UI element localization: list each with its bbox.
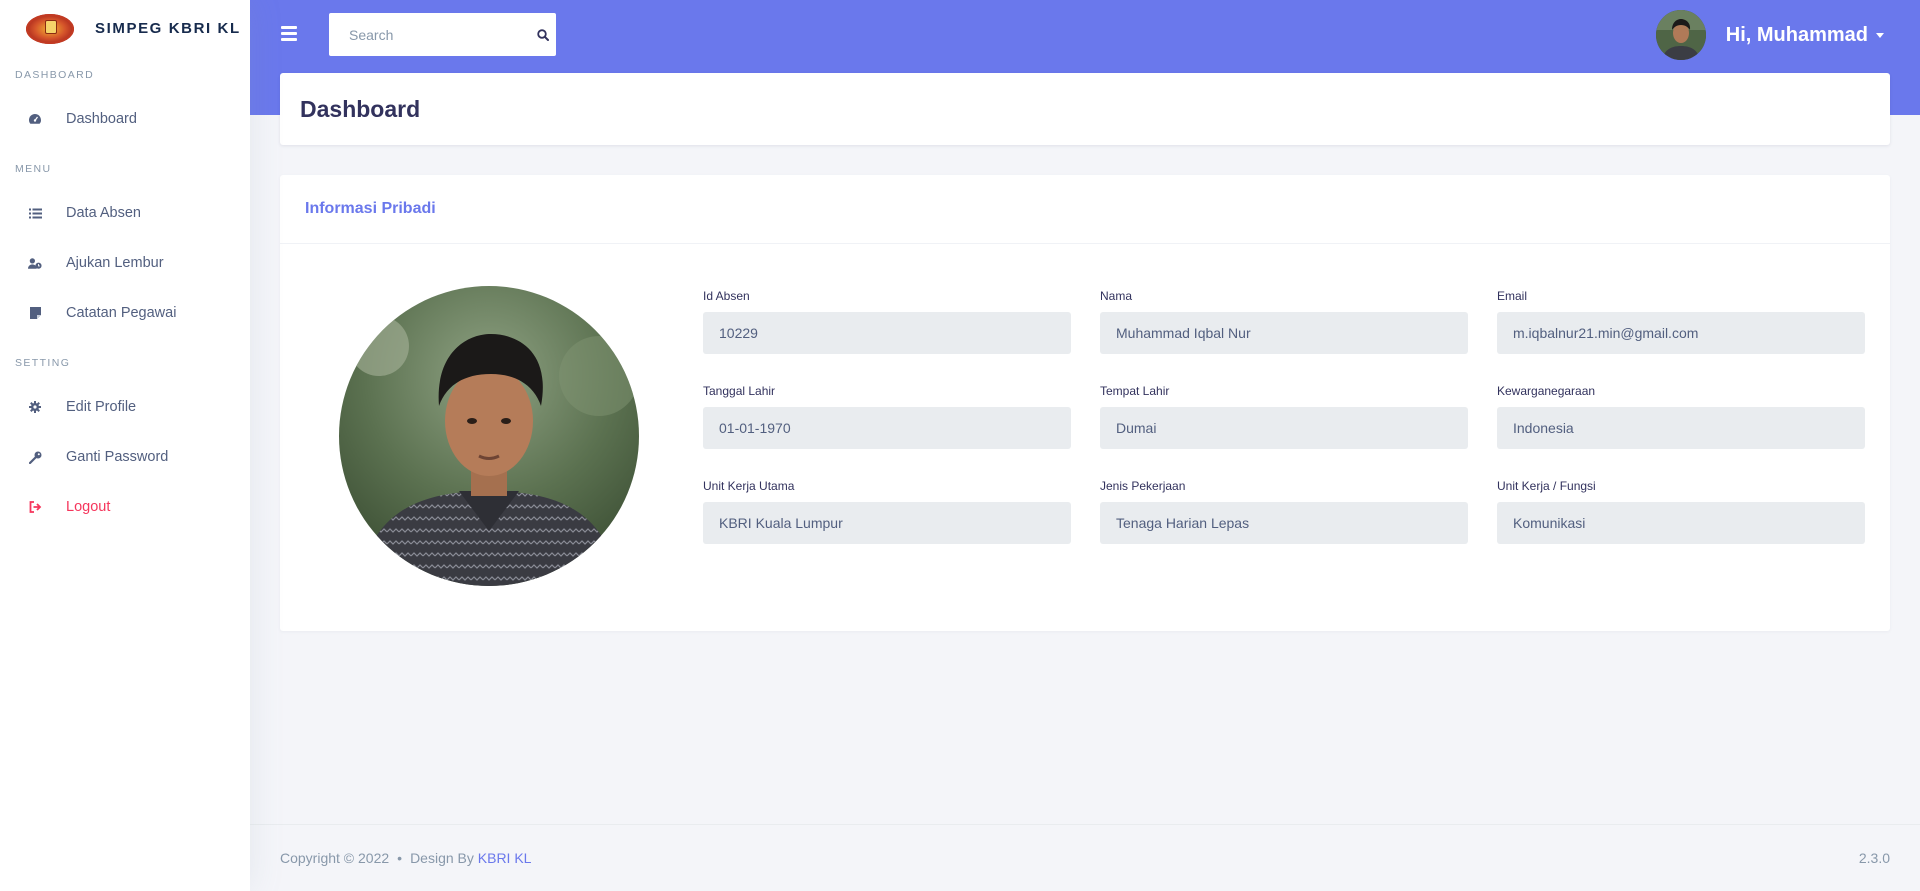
field-unit-kerja-utama: Unit Kerja Utama KBRI Kuala Lumpur bbox=[703, 479, 1071, 544]
card-title: Informasi Pribadi bbox=[305, 200, 436, 217]
personal-info-card: Informasi Pribadi Id Absen 10229 Nama Mu… bbox=[280, 175, 1890, 631]
version-text: 2.3.0 bbox=[1858, 850, 1890, 866]
field-label: Kewarganegaraan bbox=[1497, 384, 1596, 398]
sidebar-item-label: Dashboard bbox=[66, 111, 137, 127]
user-menu[interactable]: Hi, Muhammad bbox=[1655, 10, 1884, 60]
field-email: Email m.iqbalnur21.min@gmail.com bbox=[1497, 289, 1865, 354]
search-input[interactable] bbox=[329, 26, 530, 43]
design-by-link[interactable]: KBRI KL bbox=[478, 850, 532, 866]
design-by-text: Design By bbox=[410, 850, 474, 866]
sidebar: SIMPEG KBRI KL DASHBOARD Dashboard MENU … bbox=[0, 0, 250, 891]
sidebar-item-label: Ajukan Lembur bbox=[66, 255, 164, 271]
field-label: Tanggal Lahir bbox=[703, 384, 776, 398]
sidebar-item-ajukan-lembur[interactable]: Ajukan Lembur bbox=[0, 238, 250, 288]
field-id-absen: Id Absen 10229 bbox=[703, 289, 1071, 354]
field-value: Tenaga Harian Lepas bbox=[1100, 502, 1468, 544]
sidebar-item-edit-profile[interactable]: Edit Profile bbox=[0, 382, 250, 432]
field-label: Nama bbox=[1100, 289, 1133, 303]
field-value: m.iqbalnur21.min@gmail.com bbox=[1497, 312, 1865, 354]
search-icon[interactable] bbox=[530, 13, 556, 56]
field-value: Dumai bbox=[1100, 407, 1468, 449]
search-box bbox=[329, 13, 556, 56]
field-kewarganegaraan: Kewarganegaraan Indonesia bbox=[1497, 384, 1865, 449]
sidebar-section-dashboard: DASHBOARD bbox=[15, 69, 95, 81]
card-header: Informasi Pribadi bbox=[280, 175, 1890, 244]
field-value: Komunikasi bbox=[1497, 502, 1865, 544]
menu-toggle-icon[interactable] bbox=[281, 26, 297, 41]
field-unit-kerja-fungsi: Unit Kerja / Fungsi Komunikasi bbox=[1497, 479, 1865, 544]
page-title: Dashboard bbox=[300, 95, 421, 122]
note-icon bbox=[28, 306, 42, 320]
field-label: Unit Kerja Utama bbox=[703, 479, 795, 493]
user-greeting: Hi, Muhammad bbox=[1725, 23, 1868, 46]
sidebar-item-label: Edit Profile bbox=[66, 399, 137, 415]
sidebar-item-label: Data Absen bbox=[66, 205, 141, 221]
field-value: 01-01-1970 bbox=[703, 407, 1071, 449]
sidebar-section-menu: MENU bbox=[15, 163, 52, 175]
dashboard-gauge-icon bbox=[28, 112, 42, 126]
sidebar-section-setting: SETTING bbox=[15, 357, 71, 369]
field-value: Indonesia bbox=[1497, 407, 1865, 449]
field-value: KBRI Kuala Lumpur bbox=[703, 502, 1071, 544]
field-label: Email bbox=[1497, 289, 1528, 303]
brand[interactable]: SIMPEG KBRI KL bbox=[0, 0, 250, 57]
logout-icon bbox=[28, 500, 42, 514]
gear-icon bbox=[28, 400, 42, 414]
sidebar-item-ganti-password[interactable]: Ganti Password bbox=[0, 432, 250, 482]
sidebar-item-catatan-pegawai[interactable]: Catatan Pegawai bbox=[0, 288, 250, 338]
sidebar-item-label: Logout bbox=[66, 499, 111, 515]
sidebar-item-logout[interactable]: Logout bbox=[0, 482, 250, 532]
brand-logo-icon bbox=[26, 13, 74, 44]
brand-name: SIMPEG KBRI KL bbox=[95, 20, 241, 37]
field-label: Id Absen bbox=[703, 289, 750, 303]
field-tanggal-lahir: Tanggal Lahir 01-01-1970 bbox=[703, 384, 1071, 449]
sidebar-item-data-absen[interactable]: Data Absen bbox=[0, 188, 250, 238]
key-icon bbox=[28, 450, 42, 464]
profile-photo bbox=[339, 286, 639, 586]
field-label: Tempat Lahir bbox=[1100, 384, 1170, 398]
field-label: Unit Kerja / Fungsi bbox=[1497, 479, 1596, 493]
field-value: 10229 bbox=[703, 312, 1071, 354]
field-nama: Nama Muhammad Iqbal Nur bbox=[1100, 289, 1468, 354]
sidebar-item-dashboard[interactable]: Dashboard bbox=[0, 94, 250, 144]
footer: Copyright © 2022 • Design By KBRI KL 2.3.0 bbox=[250, 824, 1920, 891]
field-label: Jenis Pekerjaan bbox=[1100, 479, 1186, 493]
user-clock-icon bbox=[28, 256, 42, 270]
field-value: Muhammad Iqbal Nur bbox=[1100, 312, 1468, 354]
separator-dot: • bbox=[397, 850, 403, 866]
field-tempat-lahir: Tempat Lahir Dumai bbox=[1100, 384, 1468, 449]
field-jenis-pekerjaan: Jenis Pekerjaan Tenaga Harian Lepas bbox=[1100, 479, 1468, 544]
chevron-down-icon bbox=[1876, 32, 1884, 38]
list-icon bbox=[28, 206, 42, 220]
sidebar-item-label: Catatan Pegawai bbox=[66, 305, 177, 321]
footer-left: Copyright © 2022 • Design By KBRI KL bbox=[280, 850, 531, 866]
page-title-card: Dashboard bbox=[280, 73, 1890, 145]
avatar bbox=[1655, 10, 1706, 60]
sidebar-item-label: Ganti Password bbox=[66, 449, 169, 465]
copyright-text: Copyright © 2022 bbox=[280, 850, 390, 866]
